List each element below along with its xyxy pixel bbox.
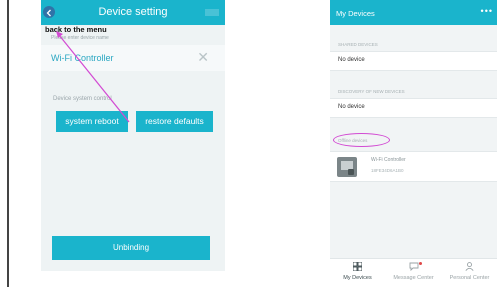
device-name: Wi-Fi Controller (371, 157, 406, 163)
shared-devices-row[interactable]: No device (330, 51, 497, 71)
tab-label: Message Center (393, 275, 434, 281)
page-left-border (7, 0, 9, 287)
my-devices-screen: My Devices ••• SHARED DEVICES No device … (330, 0, 497, 287)
device-name-field[interactable]: Wi-Fi Controller ✕ (41, 45, 225, 71)
my-devices-title: My Devices (336, 9, 375, 18)
discovery-row[interactable]: No device (330, 98, 497, 118)
system-control-label: Device system control (53, 96, 112, 102)
tab-label: Personal Center (449, 275, 490, 281)
tab-my-devices[interactable]: My Devices (330, 259, 385, 287)
device-setting-screen: Device setting Please enter device name … (41, 0, 225, 271)
tab-label: My Devices (343, 275, 372, 281)
back-annotation: back to the menu (45, 25, 107, 34)
unbinding-button[interactable]: Unbinding (52, 236, 210, 260)
device-icon (337, 157, 357, 177)
device-name-value: Wi-Fi Controller (51, 53, 114, 63)
device-name-hint: Please enter device name (51, 35, 109, 41)
discovery-label: DISCOVERY OF NEW DEVICES (338, 89, 405, 94)
page-title: Device setting (98, 6, 168, 18)
device-mac: 18FE34D6A1B0 (371, 168, 404, 173)
person-icon (442, 262, 497, 273)
unread-badge (419, 262, 422, 265)
clear-name-icon[interactable]: ✕ (197, 49, 209, 66)
offline-device-item[interactable]: Wi-Fi Controller 18FE34D6A1B0 (330, 151, 497, 182)
more-icon[interactable]: ••• (481, 6, 493, 16)
shared-devices-label: SHARED DEVICES (338, 42, 378, 47)
no-device-text: No device (338, 57, 365, 63)
annotation-ellipse (333, 133, 390, 147)
tab-message-center[interactable]: Message Center (386, 259, 441, 287)
my-devices-header: My Devices ••• (330, 0, 497, 25)
message-icon (386, 262, 441, 273)
bottom-tab-bar: My Devices Message Center Personal Cente… (330, 258, 497, 287)
grid-icon (330, 261, 385, 273)
no-device-text: No device (338, 104, 365, 110)
restore-defaults-button[interactable]: restore defaults (136, 111, 213, 132)
tab-personal-center[interactable]: Personal Center (442, 259, 497, 287)
system-reboot-button[interactable]: system reboot (56, 111, 128, 132)
save-button[interactable] (205, 9, 219, 16)
device-setting-header: Device setting (41, 0, 225, 25)
